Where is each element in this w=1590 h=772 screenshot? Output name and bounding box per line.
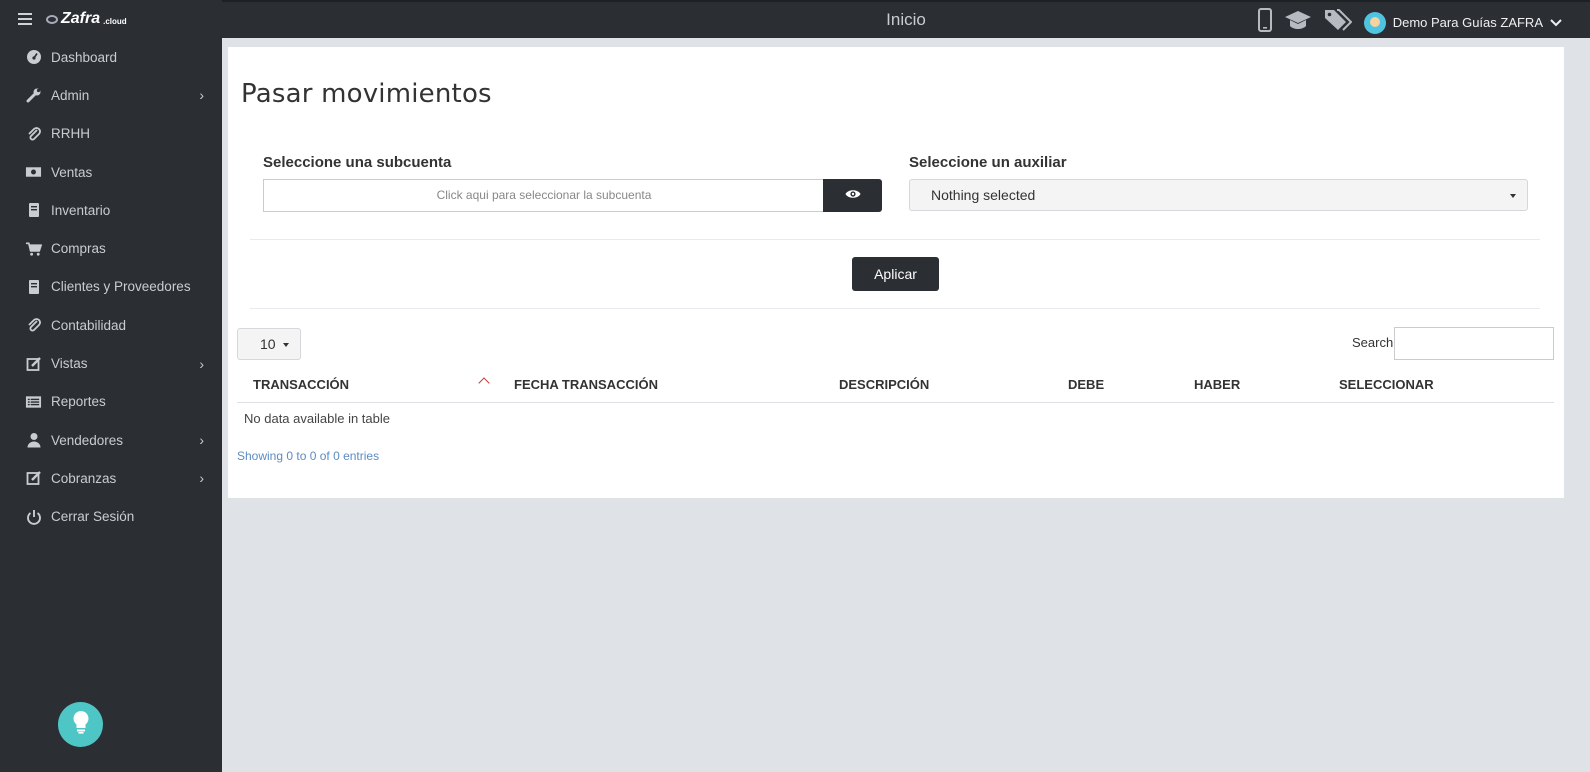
auxiliar-selected-value: Nothing selected bbox=[931, 187, 1036, 203]
paperclip-icon bbox=[25, 317, 42, 334]
column-header-descripcion[interactable]: DESCRIPCIÓN bbox=[839, 377, 929, 392]
divider bbox=[250, 308, 1540, 309]
chevron-right-icon: › bbox=[199, 470, 204, 487]
sidebar-item-clientes-proveedores[interactable]: Clientes y Proveedores bbox=[0, 268, 222, 306]
sidebar-nav: Dashboard Admin › RRHH Ventas Inventario… bbox=[0, 38, 222, 536]
sidebar-item-rrhh[interactable]: RRHH bbox=[0, 115, 222, 153]
topbar-tools: Demo Para Guías ZAFRA bbox=[1257, 8, 1562, 37]
sidebar-item-compras[interactable]: Compras bbox=[0, 229, 222, 267]
user-icon bbox=[25, 432, 42, 449]
list-icon bbox=[25, 393, 42, 410]
page-length-select[interactable]: 10 bbox=[237, 328, 301, 360]
subcuenta-label: Seleccione una subcuenta bbox=[263, 154, 452, 171]
sidebar-item-vendedores[interactable]: Vendedores › bbox=[0, 421, 222, 459]
column-header-seleccionar[interactable]: SELECCIONAR bbox=[1339, 377, 1434, 392]
logo-mark-icon bbox=[46, 14, 58, 24]
search-input[interactable] bbox=[1394, 327, 1554, 360]
avatar bbox=[1363, 11, 1386, 34]
sort-asc-icon[interactable] bbox=[478, 377, 490, 389]
divider bbox=[250, 239, 1540, 240]
sidebar-item-inventario[interactable]: Inventario bbox=[0, 191, 222, 229]
book-icon bbox=[25, 278, 42, 295]
sidebar-item-label: Vistas bbox=[51, 356, 88, 372]
brand-suffix: .cloud bbox=[103, 17, 127, 26]
sidebar-item-label: Reportes bbox=[51, 394, 106, 410]
sidebar: Zafra .cloud Dashboard Admin › RRHH Vent… bbox=[0, 0, 222, 772]
paperclip-icon bbox=[25, 125, 42, 142]
page-length-value: 10 bbox=[260, 336, 276, 352]
user-menu[interactable]: Demo Para Guías ZAFRA bbox=[1363, 11, 1562, 34]
table-empty-message: No data available in table bbox=[244, 411, 390, 426]
chevron-right-icon: › bbox=[199, 87, 204, 104]
sidebar-item-label: Admin bbox=[51, 87, 90, 103]
sidebar-item-contabilidad[interactable]: Contabilidad bbox=[0, 306, 222, 344]
edit-icon bbox=[25, 355, 42, 372]
book-icon bbox=[25, 202, 42, 219]
search-label: Search: bbox=[1352, 335, 1397, 350]
mobile-icon[interactable] bbox=[1257, 8, 1272, 37]
cart-icon bbox=[25, 240, 42, 257]
money-icon bbox=[25, 164, 42, 181]
brand-bar: Zafra .cloud bbox=[0, 0, 222, 38]
graduation-cap-icon[interactable] bbox=[1284, 9, 1312, 36]
apply-button[interactable]: Aplicar bbox=[852, 257, 939, 291]
sidebar-item-admin[interactable]: Admin › bbox=[0, 76, 222, 114]
eye-icon bbox=[845, 187, 861, 205]
power-icon bbox=[25, 508, 42, 525]
column-header-debe[interactable]: DEBE bbox=[1068, 377, 1104, 392]
sidebar-item-label: Cobranzas bbox=[51, 470, 117, 486]
lightbulb-icon bbox=[72, 710, 90, 739]
sidebar-item-label: Cerrar Sesión bbox=[51, 509, 135, 525]
chevron-right-icon: › bbox=[199, 432, 204, 449]
user-name: Demo Para Guías ZAFRA bbox=[1392, 15, 1543, 30]
caret-down-icon bbox=[1510, 194, 1516, 198]
column-header-transaccion[interactable]: TRANSACCIÓN bbox=[253, 377, 349, 392]
chevron-right-icon: › bbox=[199, 355, 204, 372]
column-header-fecha-transaccion[interactable]: FECHA TRANSACCIÓN bbox=[514, 377, 658, 392]
sidebar-item-label: Inventario bbox=[51, 202, 111, 218]
sidebar-item-dashboard[interactable]: Dashboard bbox=[0, 38, 222, 76]
table-header: TRANSACCIÓN FECHA TRANSACCIÓN DESCRIPCIÓ… bbox=[237, 369, 1554, 403]
sidebar-item-label: Ventas bbox=[51, 164, 93, 180]
brand-logo[interactable]: Zafra .cloud bbox=[46, 10, 127, 28]
sidebar-item-cobranzas[interactable]: Cobranzas › bbox=[0, 459, 222, 497]
top-bar: Inicio Demo Para Guías ZAFRA bbox=[222, 0, 1590, 38]
sidebar-item-label: RRHH bbox=[51, 126, 90, 142]
dashboard-icon bbox=[25, 49, 42, 66]
auxiliar-select[interactable]: Nothing selected bbox=[909, 179, 1528, 211]
chevron-down-icon bbox=[1550, 15, 1562, 30]
column-header-haber[interactable]: HABER bbox=[1194, 377, 1240, 392]
sidebar-item-cerrar-sesion[interactable]: Cerrar Sesión bbox=[0, 498, 222, 536]
sidebar-item-label: Vendedores bbox=[51, 432, 124, 448]
sidebar-item-label: Dashboard bbox=[51, 49, 118, 65]
sidebar-item-label: Contabilidad bbox=[51, 317, 127, 333]
subcuenta-input[interactable]: Click aqui para seleccionar la subcuenta bbox=[263, 179, 824, 212]
tags-icon[interactable] bbox=[1324, 8, 1353, 37]
sidebar-item-reportes[interactable]: Reportes bbox=[0, 383, 222, 421]
auxiliar-label: Seleccione un auxiliar bbox=[909, 154, 1067, 171]
edit-icon bbox=[25, 470, 42, 487]
help-lightbulb-button[interactable] bbox=[58, 702, 103, 747]
wrench-icon bbox=[25, 87, 42, 104]
menu-toggle-icon[interactable] bbox=[18, 13, 32, 25]
brand-name: Zafra bbox=[61, 10, 101, 27]
sidebar-item-label: Clientes y Proveedores bbox=[51, 279, 191, 295]
page-title: Pasar movimientos bbox=[241, 79, 492, 109]
caret-down-icon bbox=[283, 343, 289, 347]
table-info: Showing 0 to 0 of 0 entries bbox=[237, 449, 380, 463]
view-subcuenta-button[interactable] bbox=[823, 179, 882, 212]
sidebar-item-ventas[interactable]: Ventas bbox=[0, 153, 222, 191]
sidebar-item-label: Compras bbox=[51, 241, 106, 257]
sidebar-item-vistas[interactable]: Vistas › bbox=[0, 344, 222, 382]
main-card: Pasar movimientos Seleccione una subcuen… bbox=[228, 47, 1564, 498]
